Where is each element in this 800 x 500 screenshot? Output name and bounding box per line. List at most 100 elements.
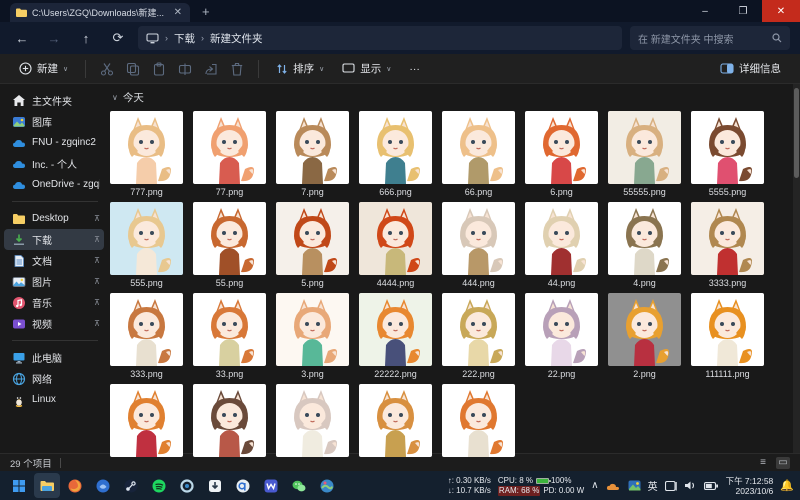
taskbar-spotify-icon[interactable] — [146, 473, 172, 498]
notification-bell-icon[interactable]: 🔔 — [780, 479, 794, 492]
group-header-today[interactable]: ∨ 今天 — [112, 90, 800, 105]
file-item-4444.png[interactable]: 4444.png — [359, 202, 432, 289]
file-thumbnail — [691, 202, 764, 275]
file-item[interactable] — [193, 384, 266, 471]
sidebar-item-onedrive-zgqinc[interactable]: OneDrive - zgqinc — [4, 174, 104, 195]
file-item-555.png[interactable]: 555.png — [110, 202, 183, 289]
taskbar-w-app-icon[interactable] — [258, 473, 284, 498]
more-options-button[interactable]: ··· — [402, 59, 427, 79]
file-item-5.png[interactable]: 5.png — [276, 202, 349, 289]
file-item-77.png[interactable]: 77.png — [193, 111, 266, 198]
sidebar-item--[interactable]: 下载 ⊼ — [4, 229, 104, 250]
delete-button[interactable] — [226, 58, 248, 80]
taskbar-files-app-icon[interactable] — [90, 473, 116, 498]
sidebar-item-label: 主文件夹 — [32, 97, 72, 108]
sidebar-item--[interactable]: 图库 — [4, 111, 104, 132]
sort-button[interactable]: 排序 ∨ — [269, 57, 331, 80]
file-item[interactable] — [110, 384, 183, 471]
forward-button[interactable]: → — [42, 26, 66, 50]
details-pane-label: 详细信息 — [739, 63, 781, 75]
sidebar-item--[interactable]: 主文件夹 — [4, 90, 104, 111]
details-pane-button[interactable]: 详细信息 — [713, 57, 788, 80]
file-item-22222.png[interactable]: 22222.png — [359, 293, 432, 380]
sidebar-item-inc-[interactable]: Inc. - 个人 — [4, 153, 104, 174]
sidebar-item-fnu-zgqinc2[interactable]: FNU - zgqinc2 — [4, 132, 104, 153]
file-item-333.png[interactable]: 333.png — [110, 293, 183, 380]
new-tab-button[interactable]: + — [202, 4, 210, 19]
copy-button[interactable] — [122, 58, 144, 80]
sidebar-item-linux[interactable]: Linux — [4, 389, 104, 410]
file-item-22.png[interactable]: 22.png — [525, 293, 598, 380]
file-item[interactable] — [276, 384, 349, 471]
taskbar-qbittorrent-icon[interactable] — [230, 473, 256, 498]
file-item-6.png[interactable]: 6.png — [525, 111, 598, 198]
taskbar-start-icon[interactable] — [6, 473, 32, 498]
file-item-33.png[interactable]: 33.png — [193, 293, 266, 380]
sidebar-item--[interactable]: 视频 ⊼ — [4, 313, 104, 334]
share-button[interactable] — [200, 58, 222, 80]
taskbar-downloader-icon[interactable] — [202, 473, 228, 498]
minimize-button[interactable]: – — [686, 0, 724, 22]
sidebar-item--[interactable]: 此电脑 — [4, 347, 104, 368]
taskbar-steam-icon[interactable] — [118, 473, 144, 498]
file-item-5555.png[interactable]: 5555.png — [691, 111, 764, 198]
search-input[interactable]: 在 新建文件夹 中搜索 — [630, 26, 790, 50]
up-button[interactable]: ↑ — [74, 26, 98, 50]
new-button[interactable]: 新建 ∨ — [12, 57, 75, 80]
clock-time: 下午 7:12:58 — [725, 475, 774, 486]
rename-button[interactable] — [174, 58, 196, 80]
file-item-55555.png[interactable]: 55555.png — [608, 111, 681, 198]
taskbar-firefox-icon[interactable] — [62, 473, 88, 498]
image-thumbnail — [608, 202, 681, 275]
network-monitor[interactable]: ↑: 0.30 KB/s ↓: 10.7 KB/s — [448, 476, 491, 496]
file-item-55.png[interactable]: 55.png — [193, 202, 266, 289]
cloud-tray-icon[interactable] — [606, 481, 621, 491]
view-button[interactable]: 显示 ∨ — [335, 57, 398, 80]
breadcrumb-downloads[interactable]: 下载 — [174, 31, 195, 46]
file-item-666.png[interactable]: 666.png — [359, 111, 432, 198]
power-plug-icon[interactable] — [703, 481, 719, 491]
tray-overflow-chevron[interactable]: ∧ — [591, 480, 598, 491]
taskbar-wechat-icon[interactable] — [286, 473, 312, 498]
sidebar-item--[interactable]: 网络 — [4, 368, 104, 389]
cut-button[interactable] — [96, 58, 118, 80]
breadcrumb-new-folder[interactable]: 新建文件夹 — [210, 31, 263, 46]
sidebar-item--[interactable]: 音乐 ⊼ — [4, 292, 104, 313]
maximize-button[interactable]: ❐ — [724, 0, 762, 22]
close-button[interactable]: ✕ — [762, 0, 800, 22]
touch-keyboard-icon[interactable] — [664, 480, 677, 492]
address-bar[interactable]: › 下载 › 新建文件夹 — [138, 26, 622, 50]
taskbar-explorer-icon[interactable] — [34, 473, 60, 498]
refresh-button[interactable]: ⟳ — [106, 26, 130, 50]
file-item-3.png[interactable]: 3.png — [276, 293, 349, 380]
photos-tray-icon[interactable] — [628, 479, 641, 492]
cpu-ram-monitor[interactable]: CPU: 8 % 100% RAM: 68 % PD: 0.00 W — [497, 476, 584, 496]
back-button[interactable]: ← — [10, 26, 34, 50]
file-item-7.png[interactable]: 7.png — [276, 111, 349, 198]
sidebar-item-desktop[interactable]: Desktop ⊼ — [4, 208, 104, 229]
file-item-44.png[interactable]: 44.png — [525, 202, 598, 289]
explorer-tab[interactable]: C:\Users\ZGQ\Downloads\新建... ✕ — [10, 3, 190, 22]
taskbar-globe-app-icon[interactable] — [314, 473, 340, 498]
speaker-icon[interactable] — [684, 480, 697, 491]
taskbar-ring-app-icon[interactable] — [174, 473, 200, 498]
file-item-3333.png[interactable]: 3333.png — [691, 202, 764, 289]
tab-close-icon[interactable]: ✕ — [172, 7, 184, 18]
file-item-777.png[interactable]: 777.png — [110, 111, 183, 198]
file-item-111111.png[interactable]: 111111.png — [691, 293, 764, 380]
sidebar-item--[interactable]: 图片 ⊼ — [4, 271, 104, 292]
paste-button[interactable] — [148, 58, 170, 80]
file-item-4.png[interactable]: 4.png — [608, 202, 681, 289]
taskbar-clock[interactable]: 下午 7:12:58 2023/10/6 — [726, 476, 774, 496]
file-item-222.png[interactable]: 222.png — [442, 293, 515, 380]
file-item-444.png[interactable]: 444.png — [442, 202, 515, 289]
file-item[interactable] — [442, 384, 515, 471]
file-item-2.png[interactable]: 2.png — [608, 293, 681, 380]
file-item-66.png[interactable]: 66.png — [442, 111, 515, 198]
scrollbar-thumb[interactable] — [794, 88, 799, 178]
file-item[interactable] — [359, 384, 432, 471]
vertical-scrollbar[interactable] — [793, 84, 800, 453]
sidebar-item--[interactable]: 文档 ⊼ — [4, 250, 104, 271]
sidebar-item-label: 此电脑 — [32, 354, 62, 365]
ime-indicator[interactable]: 英 — [648, 478, 658, 493]
